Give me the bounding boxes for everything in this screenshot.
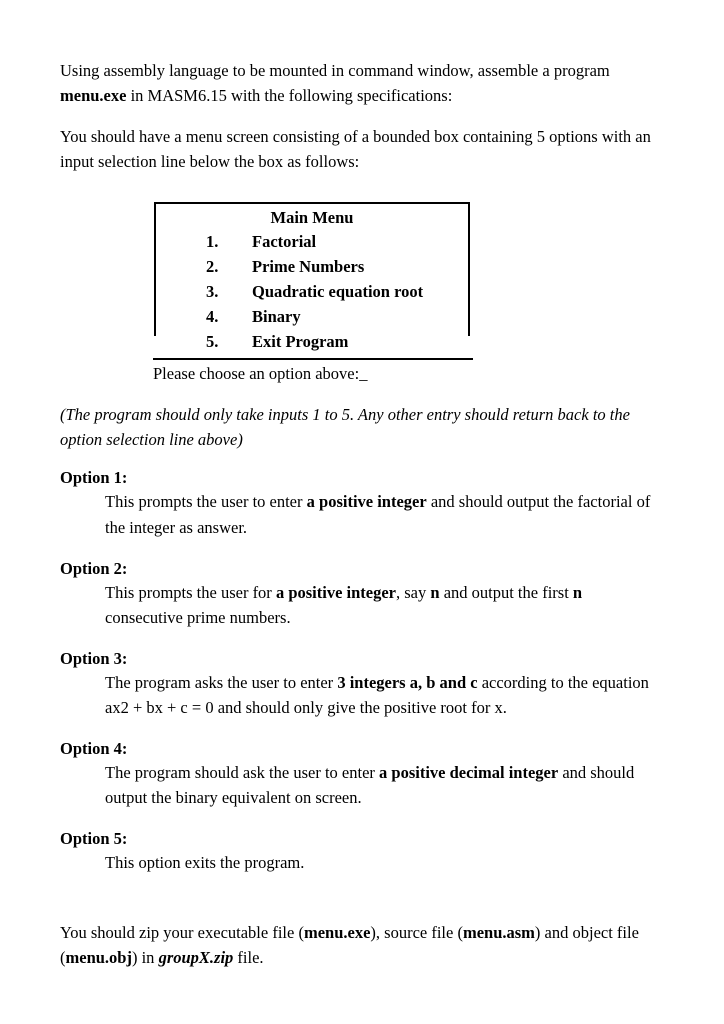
menu-item-1-number: 1.: [206, 232, 219, 252]
document-page: Using assembly language to be mounted in…: [0, 0, 724, 1024]
input-cursor: _: [359, 364, 368, 384]
option-3-text-a: The program asks the user to enter: [105, 672, 338, 692]
spacer-before-closing: [60, 880, 662, 906]
menu-item-3-number: 3.: [206, 282, 219, 302]
menu-item-list: 1. Factorial 2. Prime Numbers 3. Quadrat…: [154, 232, 470, 357]
option-1-heading: Option 1:: [60, 468, 128, 488]
closing-text-a: You should zip your executable file (: [60, 923, 304, 943]
closing-paragraph: You should zip your executable file (men…: [60, 920, 662, 970]
menu-item-4-label: Binary: [252, 307, 301, 327]
spacer-before-closing-2: [60, 906, 662, 920]
menu-prompt-line: Please choose an option above:_: [153, 364, 367, 384]
menu-bottom-rule: [153, 358, 473, 361]
option-5-block: Option 5: This option exits the program.: [60, 829, 662, 875]
closing-file-obj: menu.obj: [65, 948, 132, 968]
option-2-text-c: , say: [396, 582, 431, 602]
menu-item-1-label: Factorial: [252, 232, 317, 252]
option-4-heading: Option 4:: [60, 738, 128, 758]
option-2-emphasis-3: n: [572, 582, 583, 602]
option-2-emphasis-1: a positive integer: [275, 582, 396, 602]
menu-item-3-label: Quadratic equation root: [252, 282, 424, 302]
menu-item-2[interactable]: 2. Prime Numbers: [154, 257, 470, 282]
closing-text-c: ), source file (: [370, 923, 463, 943]
option-3-block: Option 3: The program asks the user to e…: [60, 649, 662, 720]
menu-item-5-label: Exit Program: [252, 332, 349, 352]
menu-mockup: Main Menu 1. Factorial 2. Prime Numbers …: [60, 188, 662, 384]
option-4-emphasis: a positive decimal integer: [379, 762, 559, 782]
option-2-text-a: This prompts the user for: [105, 582, 276, 602]
closing-file-asm: menu.asm: [462, 923, 535, 943]
option-2-block: Option 2: This prompts the user for a po…: [60, 559, 662, 630]
closing-file-exe: menu.exe: [303, 923, 371, 943]
option-2-heading: Option 2:: [60, 558, 128, 578]
closing-text-g: ) in: [131, 948, 159, 968]
option-1-text-a: This prompts the user to enter: [105, 492, 307, 512]
menu-item-4-number: 4.: [206, 307, 219, 327]
spacer-after-option-3: [60, 725, 662, 739]
option-2-text-e: and output the first: [439, 582, 573, 602]
option-5-body: This option exits the program.: [105, 853, 305, 873]
spacer-after-option-1: [60, 545, 662, 559]
option-2-text-g: consecutive prime numbers.: [105, 607, 291, 627]
option-3-body: The program asks the user to enter 3 int…: [105, 670, 662, 720]
input-validation-note: (The program should only take inputs 1 t…: [60, 405, 630, 450]
option-1-block: Option 1: This prompts the user to enter…: [60, 468, 662, 539]
option-4-body: The program should ask the user to enter…: [105, 760, 662, 810]
option-1-body: This prompts the user to enter a positiv…: [105, 489, 662, 539]
menu-item-4[interactable]: 4. Binary: [154, 307, 470, 332]
intro-text-c: in MASM6.15 with the following specifica…: [126, 86, 453, 106]
closing-text-i: file.: [233, 948, 264, 968]
intro-paragraph-2: You should have a menu screen consisting…: [60, 127, 651, 172]
spacer-after-option-4: [60, 815, 662, 829]
option-5-heading: Option 5:: [60, 829, 128, 849]
intro-paragraph-1: Using assembly language to be mounted in…: [60, 58, 662, 108]
intro-text-a: Using assembly language to be mounted in…: [60, 61, 610, 80]
menu-exe-filename: menu.exe: [60, 86, 127, 106]
menu-title: Main Menu: [270, 208, 354, 228]
option-3-heading: Option 3:: [60, 648, 128, 668]
option-2-emphasis-2: n: [430, 582, 440, 602]
menu-item-2-number: 2.: [206, 257, 219, 277]
menu-item-5[interactable]: 5. Exit Program: [154, 332, 470, 357]
option-1-emphasis: a positive integer: [306, 492, 427, 512]
option-4-text-a: The program should ask the user to enter: [105, 762, 380, 782]
option-2-body: This prompts the user for a positive int…: [105, 580, 662, 630]
option-3-emphasis: 3 integers a, b and c: [337, 672, 478, 692]
option-4-block: Option 4: The program should ask the use…: [60, 739, 662, 810]
closing-zip-name: groupX.zip: [158, 948, 234, 968]
menu-item-1[interactable]: 1. Factorial: [154, 232, 470, 257]
menu-item-3[interactable]: 3. Quadratic equation root: [154, 282, 470, 307]
document-body: Using assembly language to be mounted in…: [60, 58, 662, 986]
spacer-after-option-2: [60, 635, 662, 649]
menu-item-2-label: Prime Numbers: [252, 257, 365, 277]
menu-item-5-number: 5.: [206, 332, 219, 352]
menu-prompt-label: Please choose an option above:: [153, 364, 360, 384]
